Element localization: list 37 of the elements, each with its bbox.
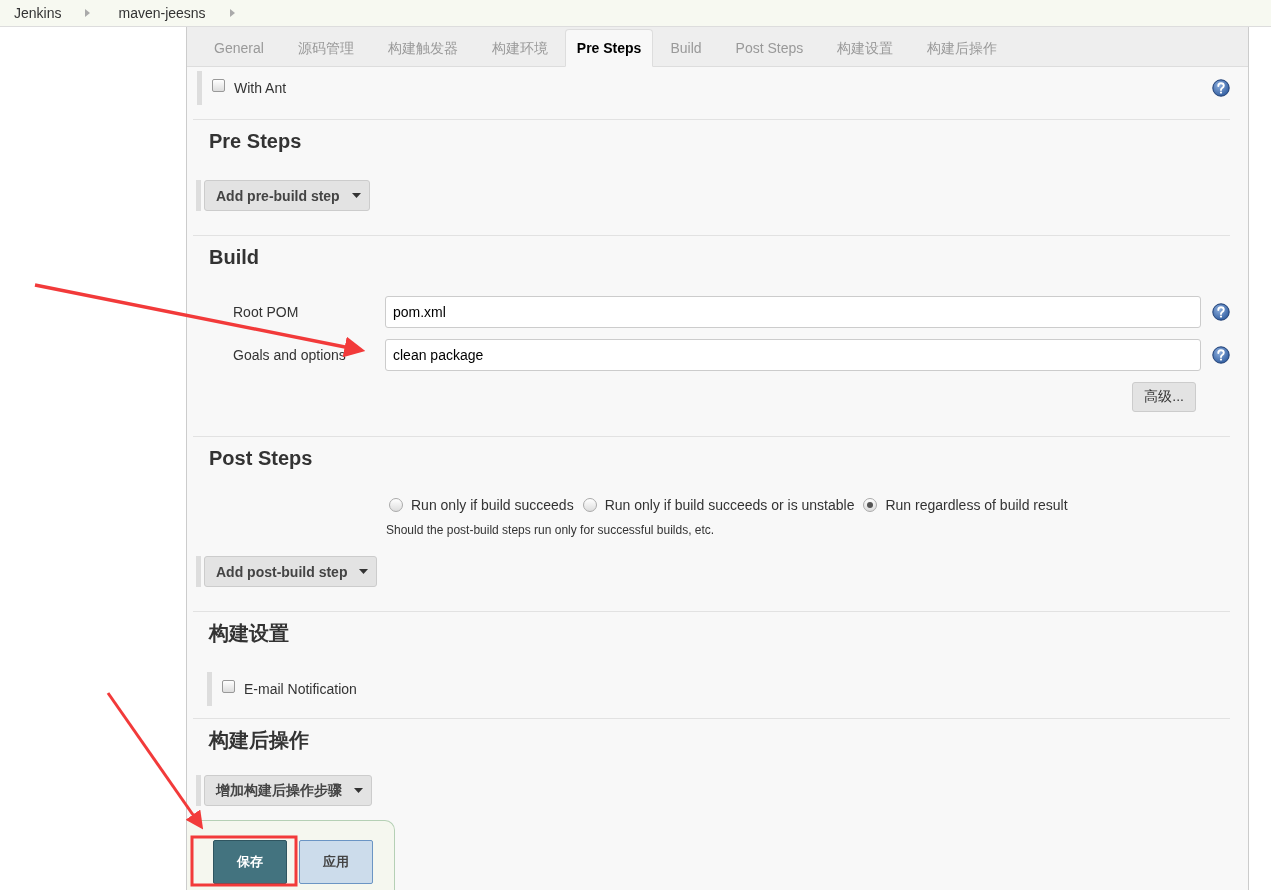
help-icon[interactable] <box>1212 303 1230 321</box>
chevron-icon <box>85 9 91 17</box>
add-step-button[interactable]: Add pre-build step <box>204 180 370 211</box>
section-heading: Post Steps <box>209 446 314 471</box>
save-button[interactable]: 保存 <box>213 839 287 884</box>
caret-icon <box>359 569 369 574</box>
checkbox[interactable] <box>222 679 235 693</box>
caret-icon <box>354 788 363 793</box>
section-heading: 构建设置 <box>209 621 290 646</box>
checkbox-label: E-mail Notification <box>244 681 357 697</box>
radio-button[interactable] <box>863 498 878 512</box>
section-heading: Build <box>209 245 260 270</box>
radio-label: Run only if build succeeds or is unstable <box>604 497 855 513</box>
radio-label: Run regardless of build result <box>885 497 1068 513</box>
text-field[interactable]: clean package <box>385 339 1201 371</box>
section-heading: Pre Steps <box>209 129 303 154</box>
help-icon[interactable] <box>1212 79 1230 97</box>
checkbox-label: With Ant <box>234 80 287 96</box>
advanced-button[interactable]: 高级... <box>1132 382 1196 412</box>
help-text: Should the post-build steps run only for successful builds, etc. <box>385 523 716 537</box>
radio-label: Run only if build succeeds <box>411 497 574 513</box>
field-label: Goals and options <box>232 347 347 363</box>
add-step-button[interactable]: 增加构建后操作步骤 <box>204 775 372 806</box>
breadcrumb-link[interactable]: maven-jeesns <box>118 5 206 21</box>
help-icon[interactable] <box>1212 346 1230 364</box>
chevron-icon <box>229 9 235 17</box>
radio-button[interactable] <box>582 498 597 512</box>
checkbox[interactable] <box>212 78 225 92</box>
text-field[interactable]: pom.xml <box>385 296 1201 328</box>
apply-button[interactable]: 应用 <box>299 839 373 884</box>
section-heading: 构建后操作 <box>209 728 310 753</box>
breadcrumb-link[interactable]: Jenkins <box>14 5 62 21</box>
field-label: Root POM <box>232 304 300 320</box>
tab[interactable]: Pre Steps <box>564 29 654 67</box>
caret-icon <box>351 193 361 198</box>
radio-button[interactable] <box>389 498 403 512</box>
add-step-button[interactable]: Add post-build step <box>204 556 378 587</box>
